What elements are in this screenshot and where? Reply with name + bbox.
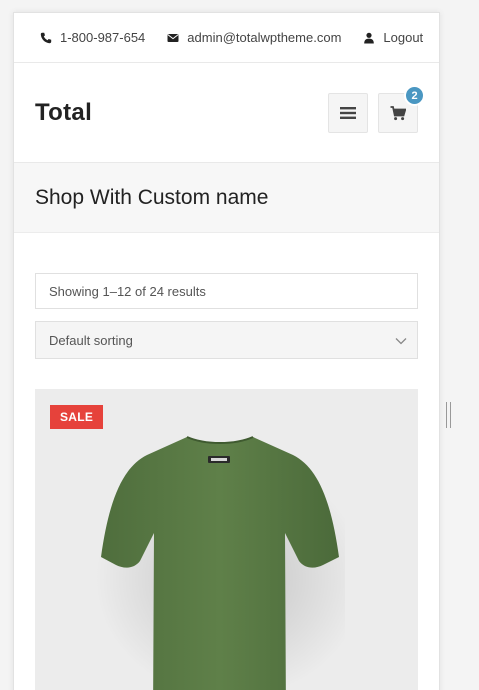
envelope-icon xyxy=(167,32,179,44)
sorting-select[interactable]: Default sorting xyxy=(35,321,418,359)
resize-handle-line xyxy=(446,402,447,428)
phone-text: 1-800-987-654 xyxy=(60,30,146,45)
phone-icon xyxy=(40,32,52,44)
chevron-down-icon xyxy=(395,333,407,348)
cart-icon xyxy=(390,105,406,121)
logout-text: Logout xyxy=(383,30,424,45)
resize-handle-line xyxy=(450,402,451,428)
sorting-selected-value: Default sorting xyxy=(49,332,133,348)
product-image xyxy=(95,436,345,690)
email-text: admin@totalwptheme.com xyxy=(187,30,342,45)
site-header: Total 2 xyxy=(14,63,439,163)
logout-link[interactable]: Logout xyxy=(363,30,423,45)
top-bar: 1-800-987-654 admin@totalwptheme.com Log… xyxy=(14,13,439,63)
sale-badge: SALE xyxy=(50,405,104,429)
resize-handle[interactable] xyxy=(446,402,452,428)
shop-content: Showing 1–12 of 24 results Default sorti… xyxy=(14,233,439,690)
product-card-image[interactable]: SALE xyxy=(35,389,418,690)
page-title: Shop With Custom name xyxy=(35,185,269,209)
cart-count-badge: 2 xyxy=(404,85,425,106)
user-icon xyxy=(363,32,375,44)
hamburger-icon xyxy=(340,106,356,120)
page-title-bar: Shop With Custom name xyxy=(14,163,439,233)
mobile-menu-button[interactable] xyxy=(328,93,368,133)
phone-contact[interactable]: 1-800-987-654 xyxy=(40,30,145,45)
email-contact[interactable]: admin@totalwptheme.com xyxy=(167,30,341,45)
site-frame: 1-800-987-654 admin@totalwptheme.com Log… xyxy=(13,12,440,690)
site-logo[interactable]: Total xyxy=(35,99,92,127)
result-count: Showing 1–12 of 24 results xyxy=(35,273,418,309)
